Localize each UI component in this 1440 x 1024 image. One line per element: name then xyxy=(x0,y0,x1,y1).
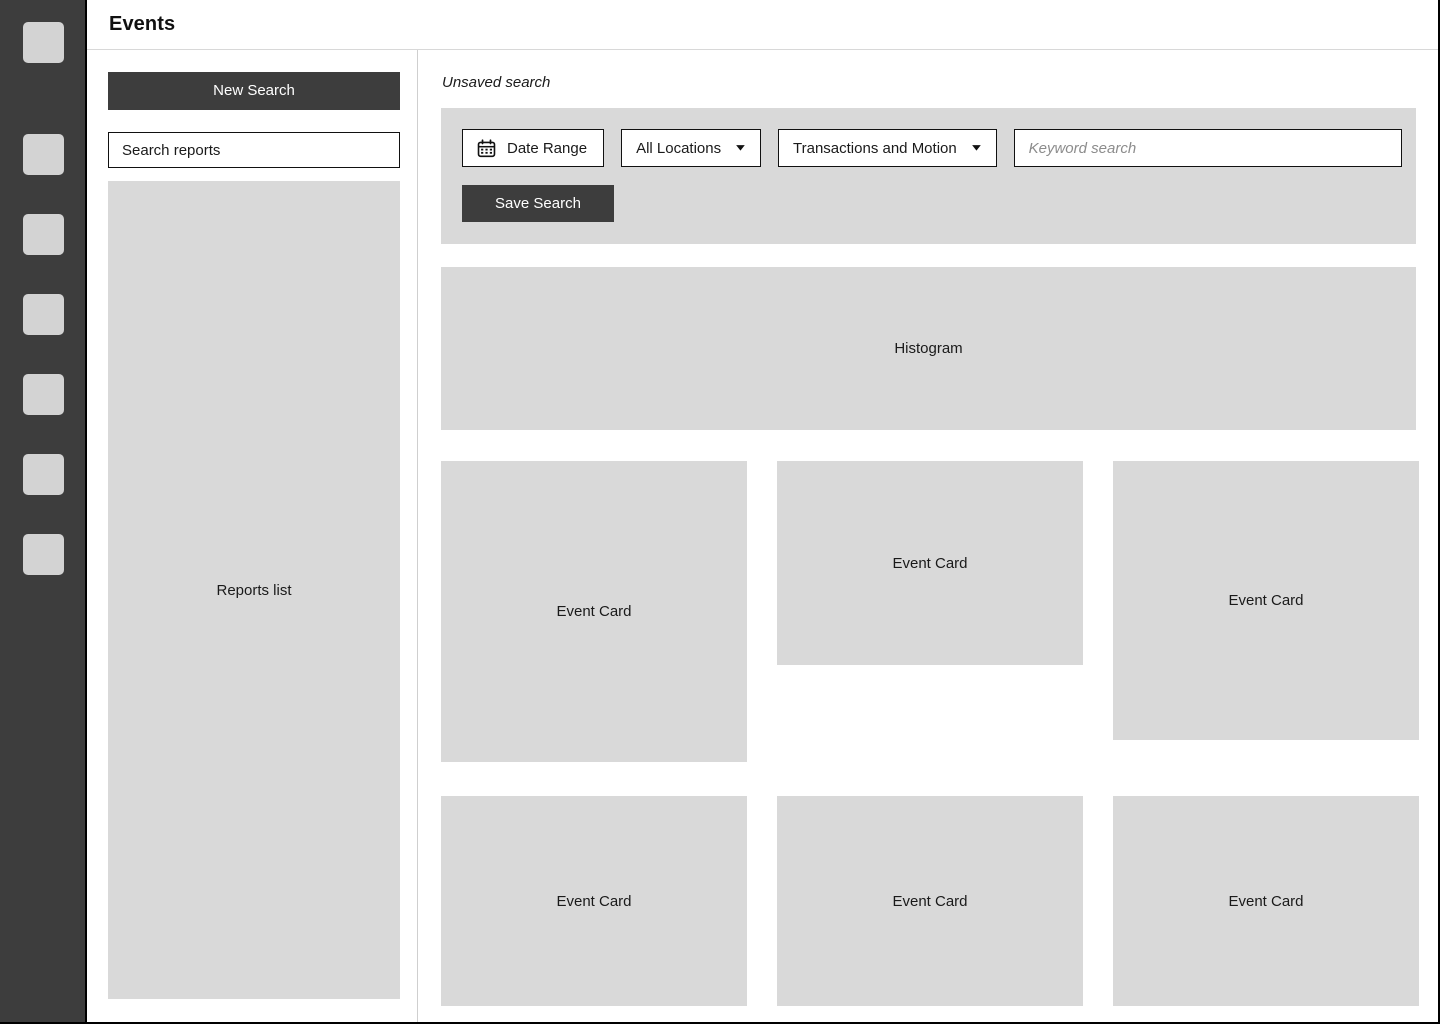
save-search-button[interactable]: Save Search xyxy=(462,185,614,222)
app-root: Events New Search Reports list Unsaved s… xyxy=(0,0,1440,1024)
calendar-icon xyxy=(477,139,496,158)
event-card-label: Event Card xyxy=(1228,592,1303,609)
locations-dropdown-label: All Locations xyxy=(636,140,721,157)
card-column-3: Event Card Event Card xyxy=(1113,461,1419,1006)
keyword-search-input[interactable] xyxy=(1014,129,1402,167)
chevron-down-icon: ▼ xyxy=(969,143,984,152)
event-card[interactable]: Event Card xyxy=(1113,796,1419,1006)
nav-item-7[interactable] xyxy=(23,534,64,575)
filter-controls-row: Date Range All Locations ▼ Transactions … xyxy=(462,129,1416,167)
chevron-down-icon: ▼ xyxy=(733,143,748,152)
search-reports-input[interactable] xyxy=(108,132,400,168)
nav-item-6[interactable] xyxy=(23,454,64,495)
reports-list[interactable]: Reports list xyxy=(108,181,400,999)
event-card-label: Event Card xyxy=(556,893,631,910)
histogram-label: Histogram xyxy=(894,340,962,357)
search-filter-panel: Date Range All Locations ▼ Transactions … xyxy=(441,108,1416,244)
date-range-button[interactable]: Date Range xyxy=(462,129,604,167)
card-column-2: Event Card Event Card xyxy=(777,461,1083,1006)
event-card[interactable]: Event Card xyxy=(777,461,1083,665)
event-card-label: Event Card xyxy=(892,555,967,572)
reports-panel: New Search Reports list xyxy=(87,50,418,1022)
histogram-panel[interactable]: Histogram xyxy=(441,267,1416,430)
sidebar-rail xyxy=(0,0,87,1022)
date-range-label: Date Range xyxy=(507,140,587,157)
nav-item-2[interactable] xyxy=(23,134,64,175)
event-card[interactable]: Event Card xyxy=(1113,461,1419,740)
nav-item-4[interactable] xyxy=(23,294,64,335)
new-search-button[interactable]: New Search xyxy=(108,72,400,110)
event-card[interactable]: Event Card xyxy=(441,461,747,762)
unsaved-search-label: Unsaved search xyxy=(442,74,1418,91)
page-header: Events xyxy=(87,0,1438,50)
event-card[interactable]: Event Card xyxy=(441,796,747,1006)
main-region: Events New Search Reports list Unsaved s… xyxy=(87,0,1438,1022)
event-card-label: Event Card xyxy=(892,893,967,910)
locations-dropdown[interactable]: All Locations ▼ xyxy=(621,129,761,167)
body-region: New Search Reports list Unsaved search xyxy=(87,50,1438,1022)
nav-item-1[interactable] xyxy=(23,22,64,63)
event-card-label: Event Card xyxy=(556,603,631,620)
content-region: Unsaved search xyxy=(418,50,1438,1022)
category-dropdown[interactable]: Transactions and Motion ▼ xyxy=(778,129,997,167)
page-title: Events xyxy=(109,13,175,36)
event-card-label: Event Card xyxy=(1228,893,1303,910)
event-cards-grid: Event CardEvent CardEvent CardEvent Card… xyxy=(441,461,1416,1006)
nav-item-3[interactable] xyxy=(23,214,64,255)
category-dropdown-label: Transactions and Motion xyxy=(793,140,957,157)
event-card[interactable]: Event Card xyxy=(777,796,1083,1006)
card-column-1: Event Card Event Card xyxy=(441,461,747,1006)
nav-item-5[interactable] xyxy=(23,374,64,415)
reports-list-label: Reports list xyxy=(216,582,291,599)
